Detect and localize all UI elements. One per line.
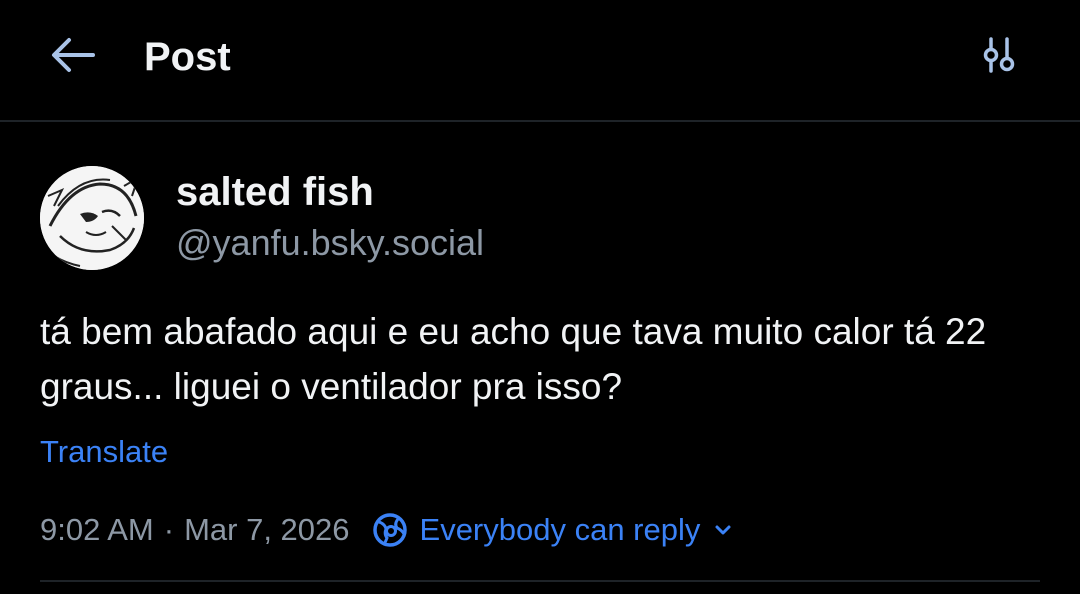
post-meta: 9:02 AM · Mar 7, 2026 Everybody can repl… [40, 508, 734, 552]
reply-settings-button[interactable]: Everybody can reply [372, 512, 735, 548]
divider [40, 580, 1040, 582]
reply-setting-label: Everybody can reply [419, 512, 701, 547]
arrow-left-icon [49, 37, 97, 78]
post-time: 9:02 AM [40, 512, 154, 547]
page-title: Post [144, 35, 231, 79]
sliders-icon [979, 35, 1019, 80]
author-avatar[interactable] [40, 166, 144, 270]
thread-settings-button[interactable] [972, 32, 1026, 82]
post-text: tá bem abafado aqui e eu acho que tava m… [40, 311, 987, 407]
top-bar: Post [0, 0, 1080, 122]
back-button[interactable] [40, 30, 106, 84]
avatar-image [40, 166, 144, 270]
meta-separator: · [163, 512, 175, 547]
author-display-name[interactable]: salted fish [176, 168, 374, 216]
chevron-down-icon [712, 519, 734, 541]
globe-icon [372, 512, 408, 548]
author-handle[interactable]: @yanfu.bsky.social [176, 220, 484, 266]
post-date: Mar 7, 2026 [184, 512, 350, 547]
translate-link[interactable]: Translate [40, 432, 168, 472]
